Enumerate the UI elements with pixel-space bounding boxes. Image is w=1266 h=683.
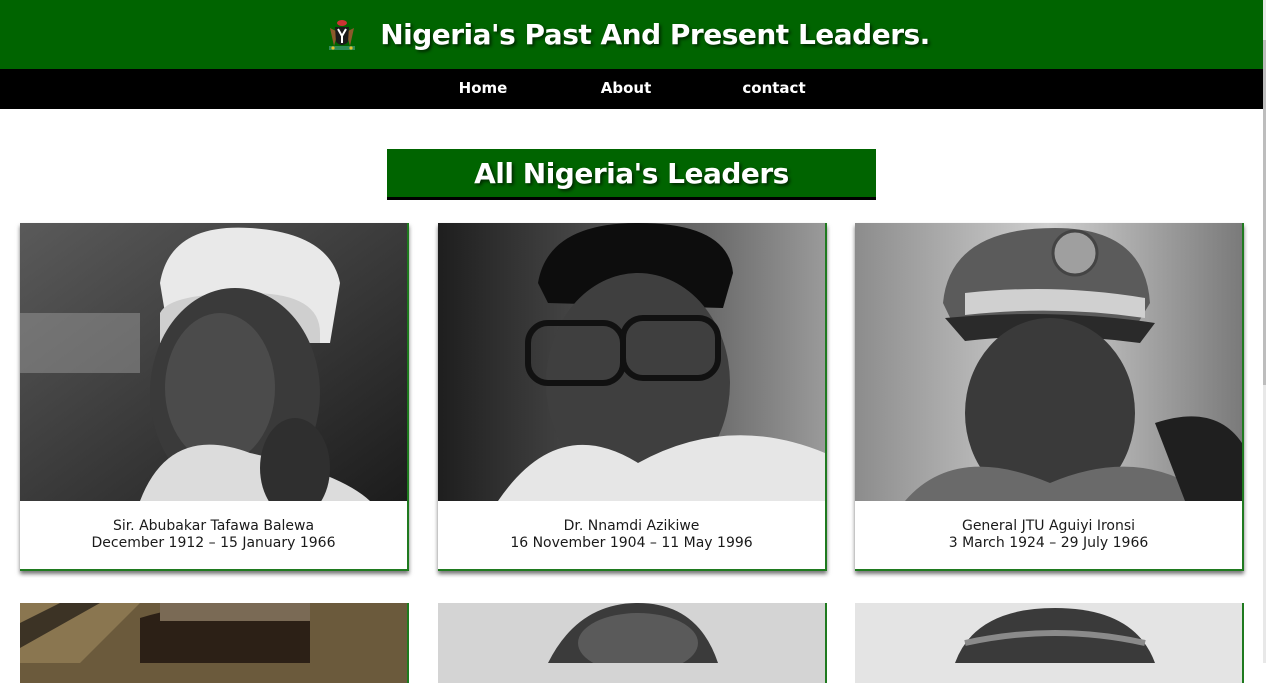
leader-card[interactable] (438, 603, 827, 683)
leader-photo (20, 603, 310, 663)
site-title: Nigeria's Past And Present Leaders. (380, 18, 930, 51)
leader-name: General JTU Aguiyi Ironsi (961, 518, 1136, 534)
leader-card[interactable]: Dr. Nnamdi Azikiwe 16 November 1904 – 11… (438, 223, 827, 571)
nav-contact-link[interactable]: contact (742, 79, 805, 97)
leader-photo (20, 223, 407, 501)
leader-caption: Dr. Nnamdi Azikiwe 16 November 1904 – 11… (438, 501, 825, 569)
leader-photo (438, 223, 825, 501)
leader-card[interactable] (855, 603, 1244, 683)
main-nav: Home About contact (0, 69, 1266, 109)
leader-card[interactable]: Sir. Abubakar Tafawa Balewa December 191… (20, 223, 409, 571)
leader-photo (855, 223, 1242, 501)
nav-about-link[interactable]: About (601, 79, 652, 97)
leader-dates: December 1912 – 15 January 1966 (91, 535, 336, 551)
leader-card[interactable] (20, 603, 409, 683)
leader-name: Dr. Nnamdi Azikiwe (563, 518, 700, 534)
leader-caption: General JTU Aguiyi Ironsi 3 March 1924 –… (855, 501, 1242, 569)
coat-of-arms-icon (329, 19, 356, 50)
leader-photo (548, 603, 718, 673)
leader-dates: 16 November 1904 – 11 May 1996 (510, 535, 753, 551)
site-header: Nigeria's Past And Present Leaders. (0, 0, 1266, 69)
section-heading: All Nigeria's Leaders (387, 149, 876, 200)
leader-name: Sir. Abubakar Tafawa Balewa (112, 518, 315, 534)
leader-dates: 3 March 1924 – 29 July 1966 (948, 535, 1149, 551)
leader-caption: Sir. Abubakar Tafawa Balewa December 191… (20, 501, 407, 569)
leader-photo (955, 608, 1155, 663)
leader-card[interactable]: General JTU Aguiyi Ironsi 3 March 1924 –… (855, 223, 1244, 571)
nav-home-link[interactable]: Home (459, 79, 508, 97)
